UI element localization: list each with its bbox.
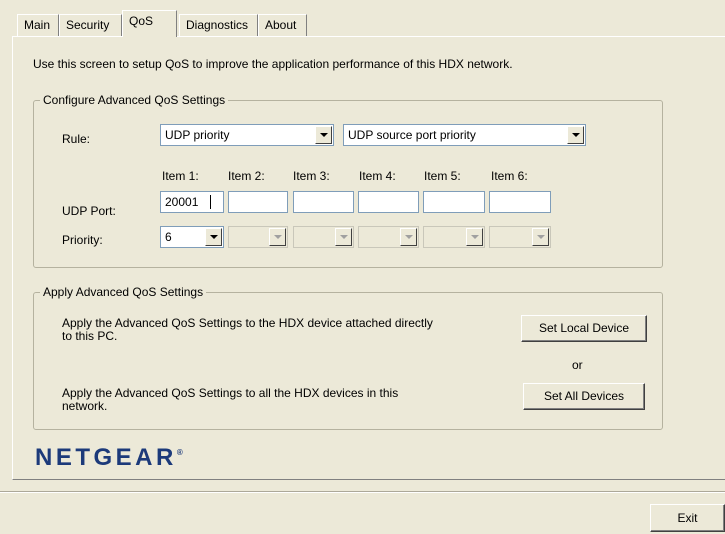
priority-select-5 bbox=[423, 226, 485, 248]
tab-about-label: About bbox=[265, 18, 297, 32]
chevron-down-icon[interactable] bbox=[567, 126, 584, 144]
all-devices-description: Apply the Advanced QoS Settings to all t… bbox=[62, 386, 399, 413]
item-2-header: Item 2: bbox=[228, 169, 265, 183]
item-3-header: Item 3: bbox=[293, 169, 330, 183]
udp-port-label: UDP Port: bbox=[62, 204, 116, 218]
exit-button[interactable]: Exit bbox=[650, 504, 725, 532]
rule-label: Rule: bbox=[62, 132, 91, 146]
priority-select-2 bbox=[228, 226, 288, 248]
priority-select-6 bbox=[489, 226, 551, 248]
priority-select-1[interactable]: 6 bbox=[160, 226, 224, 248]
udp-port-input-3[interactable] bbox=[293, 191, 354, 213]
chevron-down-icon bbox=[269, 228, 286, 246]
rule-select-value: UDP priority bbox=[165, 128, 230, 142]
priority-select-4 bbox=[358, 226, 419, 248]
item-1-header: Item 1: bbox=[162, 169, 199, 183]
tab-qos[interactable]: QoS bbox=[122, 10, 177, 37]
netgear-logo: NETGEAR® bbox=[35, 444, 183, 472]
priority-select-3 bbox=[293, 226, 354, 248]
item-6-header: Item 6: bbox=[491, 169, 528, 183]
udp-port-value-1: 20001 bbox=[165, 195, 199, 209]
text-caret bbox=[210, 195, 211, 209]
tab-qos-label: QoS bbox=[129, 14, 154, 28]
local-device-description: Apply the Advanced QoS Settings to the H… bbox=[62, 316, 433, 343]
tab-main[interactable]: Main bbox=[17, 14, 59, 36]
udp-port-input-4[interactable] bbox=[358, 191, 419, 213]
tab-diagnostics[interactable]: Diagnostics bbox=[179, 14, 258, 36]
apply-qos-legend: Apply Advanced QoS Settings bbox=[40, 285, 207, 299]
udp-port-input-1[interactable]: 20001 bbox=[160, 191, 224, 213]
registered-mark: ® bbox=[176, 448, 183, 457]
or-text: or bbox=[572, 358, 583, 372]
udp-port-input-6[interactable] bbox=[489, 191, 551, 213]
tab-main-label: Main bbox=[24, 18, 51, 32]
chevron-down-icon bbox=[532, 228, 549, 246]
bottom-separator bbox=[0, 491, 725, 493]
configure-qos-legend: Configure Advanced QoS Settings bbox=[40, 93, 229, 107]
set-all-devices-button[interactable]: Set All Devices bbox=[523, 383, 645, 410]
rule-subtype-select[interactable]: UDP source port priority bbox=[343, 124, 586, 146]
set-local-device-button[interactable]: Set Local Device bbox=[521, 315, 647, 342]
tab-about[interactable]: About bbox=[258, 14, 307, 36]
priority-value-1: 6 bbox=[165, 230, 172, 244]
chevron-down-icon bbox=[335, 228, 352, 246]
chevron-down-icon[interactable] bbox=[205, 228, 222, 246]
tab-security[interactable]: Security bbox=[59, 14, 122, 36]
udp-port-input-2[interactable] bbox=[228, 191, 288, 213]
tab-diagnostics-label: Diagnostics bbox=[186, 18, 249, 32]
tab-security-label: Security bbox=[66, 18, 110, 32]
item-5-header: Item 5: bbox=[424, 169, 461, 183]
intro-text: Use this screen to setup QoS to improve … bbox=[33, 57, 513, 71]
rule-select[interactable]: UDP priority bbox=[160, 124, 334, 146]
chevron-down-icon[interactable] bbox=[315, 126, 332, 144]
chevron-down-icon bbox=[400, 228, 417, 246]
rule-subtype-value: UDP source port priority bbox=[348, 128, 476, 142]
brand-name: NETGEAR bbox=[35, 444, 177, 471]
udp-port-input-5[interactable] bbox=[423, 191, 485, 213]
chevron-down-icon bbox=[466, 228, 483, 246]
item-4-header: Item 4: bbox=[359, 169, 396, 183]
priority-label: Priority: bbox=[62, 233, 103, 247]
